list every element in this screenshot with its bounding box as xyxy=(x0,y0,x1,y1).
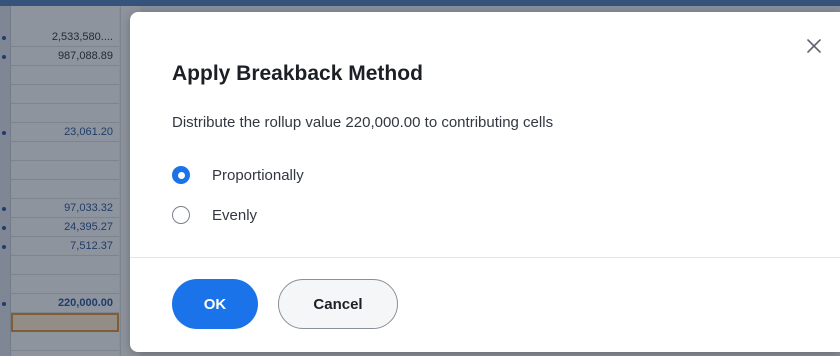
radio-evenly[interactable] xyxy=(172,206,190,224)
dialog-description: Distribute the rollup value 220,000.00 t… xyxy=(172,114,554,131)
ok-button[interactable]: OK xyxy=(172,279,258,329)
cancel-button[interactable]: Cancel xyxy=(278,279,398,329)
radio-proportionally[interactable] xyxy=(172,166,190,184)
dialog-title: Apply Breakback Method xyxy=(172,62,423,85)
option-evenly[interactable]: Evenly xyxy=(172,203,257,227)
option-proportionally[interactable]: Proportionally xyxy=(172,163,304,187)
close-button[interactable] xyxy=(804,36,824,56)
close-icon xyxy=(807,39,821,53)
footer-divider xyxy=(130,257,840,258)
option-label: Evenly xyxy=(212,206,258,224)
breakback-dialog: Apply Breakback Method Distribute the ro… xyxy=(130,12,840,352)
option-label: Proportionally xyxy=(212,166,304,184)
